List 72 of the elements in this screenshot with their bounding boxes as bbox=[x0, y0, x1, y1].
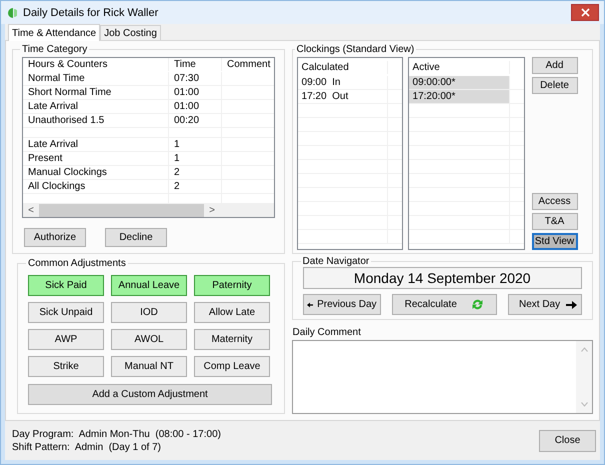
day-program-text: Day Program: Admin Mon-Thu (08:00 - 17:00) bbox=[12, 428, 221, 440]
table-cell: 1 bbox=[169, 138, 222, 151]
scroll-right-button[interactable]: > bbox=[204, 205, 220, 216]
group-title: Common Adjustments bbox=[27, 258, 127, 269]
adjustment-button[interactable]: Annual Leave bbox=[111, 275, 187, 296]
group-title: Date Navigator bbox=[302, 256, 370, 267]
adjustment-button[interactable]: AWOL bbox=[111, 329, 187, 350]
column-header: Calculated bbox=[298, 60, 388, 74]
list-item[interactable]: 17:20 Out bbox=[298, 90, 388, 103]
column-header: Comment bbox=[226, 58, 272, 72]
column-header: Time bbox=[169, 58, 222, 72]
adjustment-button[interactable]: Strike bbox=[28, 356, 104, 377]
adjustment-button[interactable]: Sick Unpaid bbox=[28, 302, 104, 323]
table-cell: Late Arrival bbox=[23, 138, 169, 151]
table-cell: 01:00 bbox=[169, 100, 222, 113]
side-button[interactable]: Add bbox=[532, 57, 578, 74]
recalculate-button[interactable]: Recalculate bbox=[392, 294, 497, 315]
side-button[interactable]: Std View bbox=[532, 233, 578, 250]
table-cell: 1 bbox=[169, 152, 222, 165]
horizontal-scrollbar[interactable]: < > bbox=[23, 204, 274, 217]
adjustment-button[interactable]: Comp Leave bbox=[194, 356, 270, 377]
table-cell: Short Normal Time bbox=[23, 86, 169, 99]
table-cell: Unauthorised 1.5 bbox=[23, 114, 169, 127]
side-button[interactable]: Access bbox=[532, 193, 578, 210]
table-cell: 07:30 bbox=[169, 72, 222, 85]
scroll-up-icon[interactable] bbox=[580, 347, 588, 352]
side-button[interactable]: T&A bbox=[532, 213, 578, 230]
side-button[interactable]: Delete bbox=[532, 77, 578, 94]
vertical-scrollbar[interactable] bbox=[576, 341, 592, 413]
comment-field[interactable] bbox=[292, 340, 593, 414]
group-title: Clockings (Standard View) bbox=[296, 44, 416, 55]
scroll-down-icon[interactable] bbox=[580, 402, 588, 407]
action-button[interactable]: Decline bbox=[105, 228, 167, 247]
date-display: Monday 14 September 2020 bbox=[302, 267, 582, 289]
table-cell: 2 bbox=[169, 180, 222, 193]
table-cell: Late Arrival bbox=[23, 100, 169, 113]
custom-adjustment-button[interactable]: Add a Custom Adjustment bbox=[28, 384, 272, 405]
previous-day-button[interactable]: Previous Day bbox=[302, 294, 381, 315]
adjustment-button[interactable]: Maternity bbox=[194, 329, 270, 350]
list-item[interactable]: 17:20:00* bbox=[408, 90, 510, 103]
table-cell: 2 bbox=[169, 166, 222, 179]
table-cell: Manual Clockings bbox=[23, 166, 169, 179]
left-arrow-icon bbox=[306, 300, 314, 308]
list-item[interactable]: 09:00:00* bbox=[408, 76, 510, 89]
tab[interactable]: Time & Attendance bbox=[8, 24, 100, 41]
shift-pattern-text: Shift Pattern: Admin (Day 1 of 7) bbox=[12, 442, 162, 452]
adjustment-button[interactable]: Allow Late bbox=[194, 302, 270, 323]
column-header: Active bbox=[408, 60, 510, 74]
scroll-left-button[interactable]: < bbox=[23, 205, 39, 216]
right-arrow-icon bbox=[566, 300, 577, 308]
list-item[interactable]: 09:00 In bbox=[298, 76, 388, 89]
table-cell: Present bbox=[23, 152, 169, 165]
adjustment-button[interactable]: Manual NT bbox=[111, 356, 187, 377]
table-cell: Normal Time bbox=[23, 72, 169, 85]
close-icon[interactable] bbox=[571, 4, 599, 21]
table-cell: 00:20 bbox=[169, 114, 222, 127]
refresh-icon bbox=[470, 298, 484, 311]
action-button[interactable]: Authorize bbox=[24, 228, 86, 247]
tab[interactable]: Job Costing bbox=[100, 25, 161, 40]
app-icon bbox=[7, 6, 17, 18]
next-day-button[interactable]: Next Day bbox=[508, 294, 582, 315]
column-header: Hours & Counters bbox=[23, 58, 169, 72]
field-label: Daily Comment bbox=[292, 327, 362, 338]
close-button[interactable]: Close bbox=[539, 430, 596, 452]
table-cell: 01:00 bbox=[169, 86, 222, 99]
adjustment-button[interactable]: IOD bbox=[111, 302, 187, 323]
adjustment-button[interactable]: Paternity bbox=[194, 275, 270, 296]
adjustment-button[interactable]: Sick Paid bbox=[28, 275, 104, 296]
table-cell: All Clockings bbox=[23, 180, 169, 193]
window-title: Daily Details for Rick Waller bbox=[23, 6, 160, 18]
adjustment-button[interactable]: AWP bbox=[28, 329, 104, 350]
group-title: Time Category bbox=[21, 44, 88, 55]
